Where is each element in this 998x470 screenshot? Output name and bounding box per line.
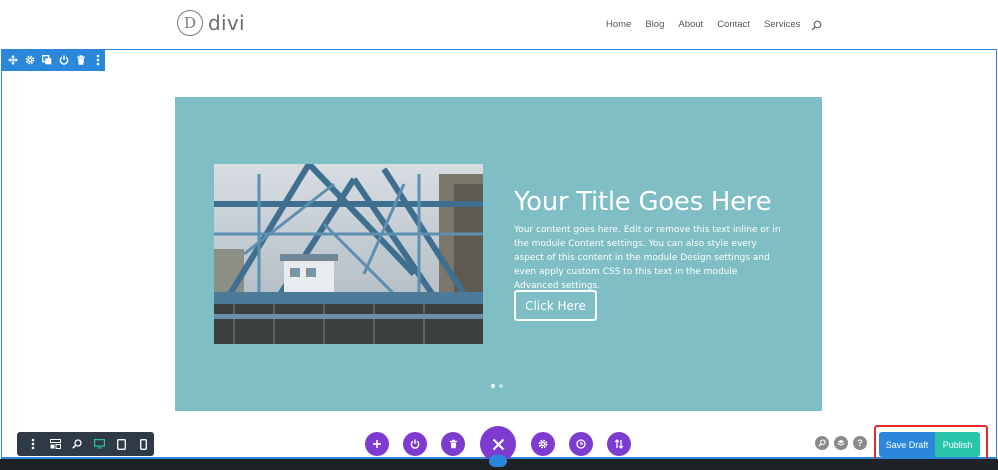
slider-module[interactable]: Your Title Goes Here Your content goes h…: [175, 97, 822, 411]
history-icon: [576, 439, 586, 449]
duplicate-icon[interactable]: [41, 53, 52, 67]
page-settings-button[interactable]: [531, 432, 555, 456]
main-nav: Home Blog About Contact Services: [606, 19, 822, 31]
add-module-button[interactable]: [365, 432, 389, 456]
site-header: D divi Home Blog About Contact Services: [0, 0, 998, 50]
slider-dot-1[interactable]: [491, 384, 495, 388]
slider-pagination: [491, 384, 503, 388]
disable-button[interactable]: [403, 432, 427, 456]
add-icon: [373, 440, 381, 448]
trash-icon: [449, 439, 457, 449]
sort-icon: [614, 439, 624, 449]
search-icon[interactable]: [811, 18, 822, 36]
slide-image-bridge: [214, 164, 483, 344]
move-icon[interactable]: [7, 53, 18, 67]
search-button[interactable]: [815, 436, 829, 450]
phone-icon[interactable]: [132, 432, 154, 456]
builder-canvas: D divi Home Blog About Contact Services: [0, 0, 998, 470]
slide-body-text[interactable]: Your content goes here. Edit or remove t…: [514, 223, 784, 293]
save-draft-button[interactable]: Save Draft: [879, 432, 935, 457]
layers-button[interactable]: [834, 436, 848, 450]
nav-about[interactable]: About: [678, 19, 703, 30]
delete-button[interactable]: [441, 432, 465, 456]
zoom-icon[interactable]: [66, 432, 88, 456]
more-icon[interactable]: [92, 53, 103, 67]
nav-contact[interactable]: Contact: [717, 19, 750, 30]
slide-title[interactable]: Your Title Goes Here: [514, 187, 814, 217]
nav-home[interactable]: Home: [606, 19, 631, 30]
search-icon: [818, 439, 826, 447]
section-toolbar: [1, 49, 105, 71]
wireframe-icon[interactable]: [44, 432, 66, 456]
power-icon[interactable]: [58, 53, 69, 67]
gear-icon: [538, 439, 548, 449]
slider-dot-2[interactable]: [499, 384, 503, 388]
more-icon[interactable]: [22, 432, 44, 456]
layers-icon: [837, 439, 845, 446]
close-icon: [492, 438, 504, 450]
nav-blog[interactable]: Blog: [645, 19, 664, 30]
help-icon: ?: [857, 438, 863, 448]
add-section-handle[interactable]: [489, 455, 507, 467]
page-settings-bar: [17, 432, 154, 456]
gear-icon[interactable]: [24, 53, 35, 67]
tablet-icon[interactable]: [110, 432, 132, 456]
history-button[interactable]: [569, 432, 593, 456]
desktop-icon[interactable]: [88, 432, 110, 456]
help-button[interactable]: ?: [853, 436, 867, 450]
logo-mark: D: [177, 10, 203, 36]
publish-button[interactable]: Publish: [935, 432, 980, 457]
power-icon: [410, 439, 420, 449]
slide-cta-button[interactable]: Click Here: [514, 290, 597, 321]
portability-button[interactable]: [607, 432, 631, 456]
logo-text: divi: [208, 11, 245, 35]
nav-services[interactable]: Services: [764, 19, 800, 30]
trash-icon[interactable]: [75, 53, 86, 67]
site-logo[interactable]: D divi: [177, 10, 245, 36]
